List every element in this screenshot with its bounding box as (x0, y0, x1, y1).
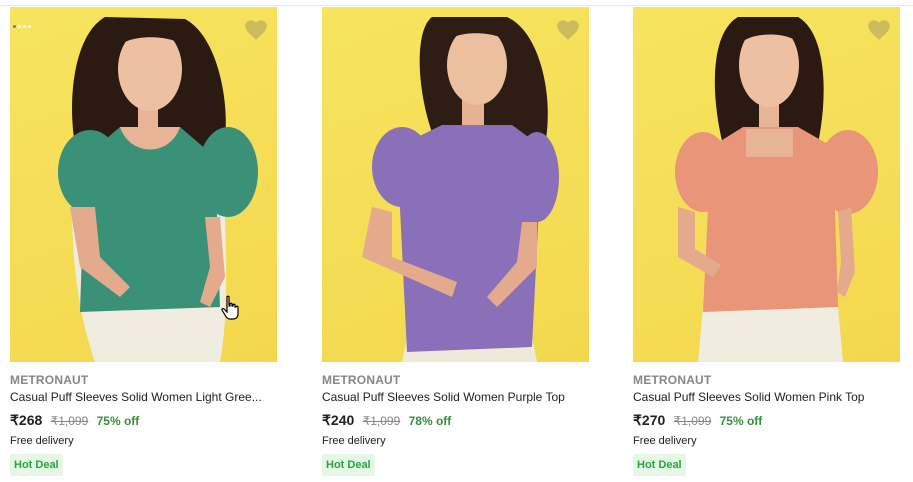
brand-name: METRONAUT (322, 373, 401, 387)
price-row: ₹240 ₹1,099 78% off (322, 412, 451, 429)
discount-percent: 78% off (408, 414, 452, 428)
price-row: ₹270 ₹1,099 75% off (633, 412, 762, 429)
delivery-info: Free delivery (633, 435, 697, 447)
original-price: ₹1,099 (673, 414, 712, 428)
price-row: ₹268 ₹1,099 75% off (10, 412, 139, 429)
discount-percent: 75% off (719, 414, 763, 428)
carousel-dots-icon (13, 15, 33, 33)
product-title[interactable]: Casual Puff Sleeves Solid Women Pink Top (633, 390, 900, 404)
heart-icon[interactable] (555, 17, 581, 43)
selling-price: ₹240 (322, 412, 355, 428)
selling-price: ₹270 (633, 412, 666, 428)
hand-pointer-icon (221, 295, 239, 320)
heart-icon[interactable] (866, 17, 892, 43)
product-image[interactable] (322, 7, 589, 362)
product-image[interactable] (10, 7, 277, 362)
product-card[interactable]: METRONAUT Casual Puff Sleeves Solid Wome… (633, 0, 901, 482)
product-card[interactable]: METRONAUT Casual Puff Sleeves Solid Wome… (10, 0, 278, 482)
original-price: ₹1,099 (50, 414, 89, 428)
model-illustration (362, 17, 559, 362)
product-card[interactable]: METRONAUT Casual Puff Sleeves Solid Wome… (322, 0, 590, 482)
brand-name: METRONAUT (633, 373, 712, 387)
selling-price: ₹268 (10, 412, 43, 428)
hot-deal-badge: Hot Deal (633, 454, 686, 476)
original-price: ₹1,099 (362, 414, 401, 428)
product-image[interactable] (633, 7, 900, 362)
product-title[interactable]: Casual Puff Sleeves Solid Women Purple T… (322, 390, 589, 404)
delivery-info: Free delivery (10, 435, 74, 447)
model-illustration (675, 17, 878, 362)
hot-deal-badge: Hot Deal (322, 454, 375, 476)
brand-name: METRONAUT (10, 373, 89, 387)
heart-icon[interactable] (243, 17, 269, 43)
hot-deal-badge: Hot Deal (10, 454, 63, 476)
discount-percent: 75% off (96, 414, 140, 428)
product-title[interactable]: Casual Puff Sleeves Solid Women Light Gr… (10, 390, 277, 404)
delivery-info: Free delivery (322, 435, 386, 447)
